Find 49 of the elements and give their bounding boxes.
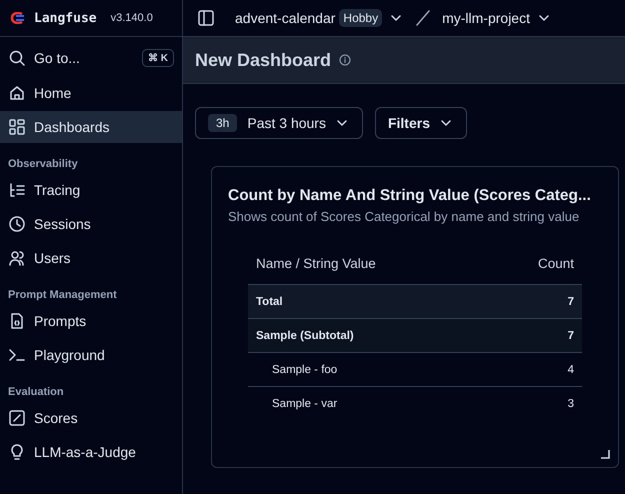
table-cell: Sample - var [248, 386, 490, 420]
sidebar-toggle-icon[interactable] [197, 9, 215, 27]
widget-description: Shows count of Scores Categorical by name and string value [228, 209, 580, 224]
plan-badge: Hobby [339, 9, 382, 27]
resize-handle-icon[interactable] [600, 449, 610, 459]
table-cell: 4 [489, 352, 582, 386]
sidebar-item[interactable]: Prompts [0, 305, 182, 337]
project-link[interactable]: my-llm-project [442, 10, 530, 26]
info-icon [339, 54, 352, 66]
sidebar-item[interactable]: Playground [0, 339, 182, 371]
slash-icon [416, 10, 430, 26]
table-cell: 3 [489, 386, 582, 420]
grid-icon [8, 118, 26, 136]
search-icon [8, 49, 26, 67]
section-heading: Prompt Management [7, 288, 118, 303]
sidebar-item[interactable]: Tracing [0, 174, 182, 206]
range-label: Past 3 hours [247, 115, 326, 131]
search-label: Go to... [34, 50, 81, 66]
table-cell: Total [248, 284, 490, 318]
home-icon [8, 84, 26, 102]
shortcut-badge: ⌘ K [142, 49, 174, 67]
column-header: Name / String Value [248, 242, 490, 284]
sidebar-item[interactable]: Dashboards [0, 111, 182, 143]
filters-label: Filters [388, 115, 430, 131]
widget-title: Count by Name And String Value (Scores Categ... [228, 187, 592, 205]
users-icon [8, 249, 26, 267]
app-name: Langfuse [34, 10, 97, 26]
sidebar-item[interactable]: Sessions [0, 208, 182, 240]
logo-icon [10, 12, 26, 24]
version-label: v3.140.0 [110, 12, 153, 24]
search-item[interactable]: Go to... ⌘ K [0, 41, 182, 75]
sidebar-item[interactable]: LLM-as-a-Judge [0, 436, 182, 468]
range-badge: 3h [208, 114, 238, 132]
sidebar-item[interactable]: Users [0, 242, 182, 274]
section-heading: Observability [7, 157, 79, 172]
column-header: Count [489, 242, 582, 284]
table-cell: Sample (Subtotal) [248, 318, 490, 352]
sidebar-item[interactable]: Home [0, 77, 182, 109]
table-cell: Sample - foo [248, 352, 490, 386]
list-icon [8, 181, 26, 199]
clock-icon [8, 215, 26, 233]
table-cell: 7 [489, 284, 582, 318]
page-title: New Dashboard [195, 50, 332, 70]
time-range-dropdown[interactable]: 3h Past 3 hours [195, 107, 363, 139]
table-cell: 7 [489, 318, 582, 352]
organization-link[interactable]: advent-calendar [235, 10, 336, 26]
filters-button[interactable]: Filters [374, 107, 467, 139]
section-heading: Evaluation [7, 385, 65, 400]
sidebar-item[interactable]: Scores [0, 402, 182, 434]
